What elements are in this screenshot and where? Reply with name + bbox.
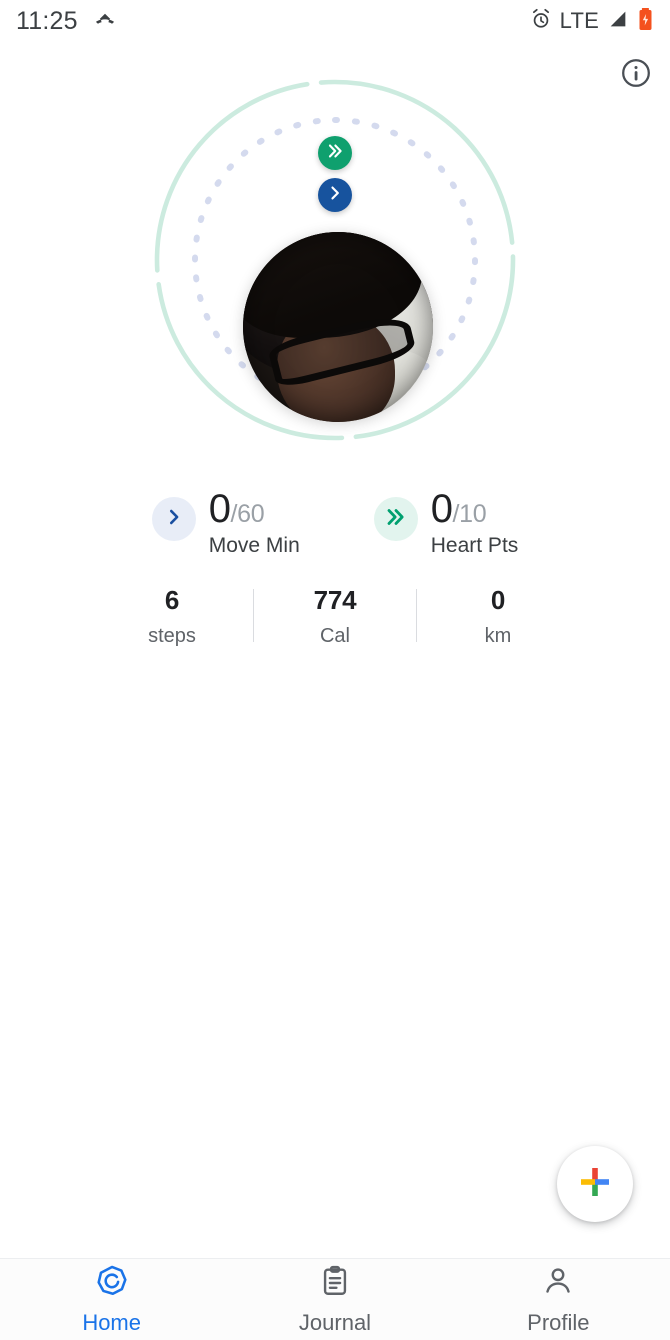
distance-label: km	[484, 625, 512, 647]
heart-pts-text: 0/10 Heart Pts	[430, 487, 519, 558]
clipboard-icon	[318, 1264, 352, 1303]
alarm-icon	[530, 8, 552, 35]
goal-move-min[interactable]: 0/60 Move Min	[151, 487, 300, 558]
bottom-navigation-bar: Home Journal Profile	[0, 1258, 670, 1340]
nav-item-home[interactable]: Home	[0, 1264, 223, 1336]
battery-charging-icon	[637, 7, 654, 36]
google-plus-icon	[575, 1162, 615, 1207]
avatar-vignette	[243, 232, 433, 422]
status-bar: 11:25 LTE	[0, 0, 670, 42]
double-chevron-icon	[325, 141, 345, 166]
move-min-value: 0	[208, 487, 231, 531]
app-screen: 11:25 LTE 0/60 Move Min 0/10 Heart Pts 6…	[0, 0, 670, 1340]
add-activity-button[interactable]	[557, 1146, 633, 1222]
nav-label-profile: Profile	[527, 1309, 590, 1335]
status-bar-clock: 11:25	[16, 6, 78, 35]
calories-label: Cal	[319, 625, 350, 647]
calories-value: 774	[313, 585, 357, 615]
distance-value: 0	[490, 585, 506, 615]
heart-pts-icon-badge	[373, 497, 418, 541]
network-type-label: LTE	[559, 8, 599, 33]
metric-calories[interactable]: 774 Cal	[274, 585, 396, 648]
person-icon	[541, 1264, 575, 1303]
metric-distance[interactable]: 0 km	[437, 585, 559, 648]
metric-divider	[253, 589, 254, 642]
steps-label: steps	[148, 625, 196, 647]
daily-metrics-row: 6 steps 774 Cal 0 km	[0, 585, 670, 648]
fit-heptagon-icon	[95, 1264, 129, 1303]
heart-pts-label: Heart Pts	[430, 534, 519, 558]
status-bar-left: 11:25	[16, 6, 118, 37]
chevron-right-icon	[163, 506, 185, 533]
move-minutes-ring-badge[interactable]	[318, 178, 352, 212]
move-min-target: /60	[230, 500, 265, 528]
double-chevron-icon	[384, 505, 408, 534]
metric-divider	[416, 589, 417, 642]
nav-label-home: Home	[82, 1309, 141, 1335]
move-min-value-line: 0/60	[208, 487, 300, 531]
move-min-text: 0/60 Move Min	[208, 487, 300, 558]
signal-icon	[607, 8, 629, 35]
nav-label-journal: Journal	[298, 1309, 372, 1335]
steps-value: 6	[164, 585, 180, 615]
nav-item-journal[interactable]: Journal	[223, 1264, 446, 1336]
heart-pts-value: 0	[430, 487, 453, 531]
metric-steps[interactable]: 6 steps	[111, 585, 233, 648]
heart-pts-target: /10	[452, 500, 487, 528]
activity-rings	[0, 60, 670, 460]
missed-call-icon	[92, 6, 118, 37]
user-profile-photo[interactable]	[243, 232, 433, 422]
nav-item-profile[interactable]: Profile	[447, 1264, 670, 1336]
goal-summary-row: 0/60 Move Min 0/10 Heart Pts	[0, 487, 670, 558]
move-min-icon-badge	[151, 497, 196, 541]
heart-pts-value-line: 0/10	[430, 487, 519, 531]
move-min-label: Move Min	[208, 534, 300, 558]
goal-heart-pts[interactable]: 0/10 Heart Pts	[373, 487, 519, 558]
status-bar-right: LTE	[530, 7, 654, 36]
heart-points-ring-badge[interactable]	[318, 136, 352, 170]
chevron-right-icon	[325, 183, 345, 208]
